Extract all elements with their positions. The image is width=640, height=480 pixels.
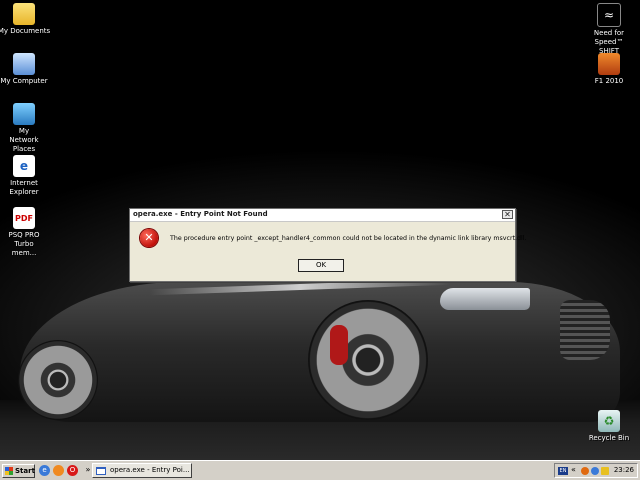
desktop-icon-label: My Network Places bbox=[9, 127, 39, 153]
pdf-file-icon: PDF bbox=[13, 207, 35, 229]
desktop-icon-f1-2010[interactable]: F1 2010 bbox=[569, 53, 640, 86]
opera-icon[interactable]: O bbox=[67, 465, 78, 476]
computer-icon bbox=[13, 53, 35, 75]
desktop-icon-label: PSQ PRO Turbo mem... bbox=[8, 231, 40, 257]
tray-volume-icon[interactable] bbox=[601, 467, 609, 475]
wallpaper-car-brake-caliper bbox=[330, 325, 348, 365]
language-indicator[interactable]: EN bbox=[558, 467, 568, 475]
desktop-icon-internet-explorer[interactable]: e Internet Explorer bbox=[0, 155, 64, 197]
firefox-icon[interactable] bbox=[53, 465, 64, 476]
f1-game-icon bbox=[598, 53, 620, 75]
system-tray: EN « 23:26 bbox=[554, 463, 638, 478]
taskbar-item-label: opera.exe - Entry Poi... bbox=[110, 466, 190, 474]
close-button[interactable]: ✕ bbox=[502, 210, 513, 219]
tray-network-icon[interactable] bbox=[591, 467, 599, 475]
wallpaper-car-grille bbox=[560, 300, 610, 360]
desktop-icon-label: F1 2010 bbox=[594, 77, 624, 85]
tray-app-icon[interactable] bbox=[581, 467, 589, 475]
wallpaper-car-rear-wheel bbox=[18, 340, 98, 420]
dialog-titlebar[interactable]: opera.exe - Entry Point Not Found ✕ bbox=[130, 209, 515, 222]
need-for-speed-icon: ≈ bbox=[597, 3, 621, 27]
window-icon bbox=[96, 467, 106, 475]
taskbar-item-opera-error[interactable]: opera.exe - Entry Poi... bbox=[92, 463, 192, 478]
windows-logo-icon bbox=[5, 467, 13, 475]
wallpaper-car-front-wheel bbox=[308, 300, 428, 420]
desktop-icon-recycle-bin[interactable]: ♻ Recycle Bin bbox=[569, 410, 640, 443]
desktop-icon-psq-pro-turbo[interactable]: PDF PSQ PRO Turbo mem... bbox=[0, 207, 64, 258]
desktop-icon-my-documents[interactable]: My Documents bbox=[0, 3, 64, 36]
desktop-icon-my-computer[interactable]: My Computer bbox=[0, 53, 64, 86]
desktop-icon-label: Need for Speed™ SHIFT bbox=[593, 29, 625, 55]
ok-button[interactable]: OK bbox=[298, 259, 344, 272]
folder-documents-icon bbox=[13, 3, 35, 25]
desktop-icon-need-for-speed-shift[interactable]: ≈ Need for Speed™ SHIFT bbox=[569, 3, 640, 56]
desktop-icon-label: Recycle Bin bbox=[588, 434, 630, 442]
error-dialog: opera.exe - Entry Point Not Found ✕ ✕ Th… bbox=[129, 208, 527, 282]
network-icon bbox=[13, 103, 35, 125]
desktop-icon-label: My Computer bbox=[0, 77, 48, 85]
taskbar: Start e O » opera.exe - Entry Poi... EN … bbox=[0, 460, 640, 480]
error-message: The procedure entry point _except_handle… bbox=[170, 235, 527, 242]
start-button[interactable]: Start bbox=[2, 464, 35, 478]
internet-explorer-icon: e bbox=[13, 155, 35, 177]
quick-launch-overflow-icon[interactable]: » bbox=[84, 464, 92, 475]
desktop-icon-label: My Documents bbox=[0, 27, 51, 35]
recycle-bin-icon: ♻ bbox=[598, 410, 620, 432]
desktop-icon-my-network-places[interactable]: My Network Places bbox=[0, 103, 64, 154]
start-label: Start bbox=[15, 467, 35, 475]
internet-explorer-icon[interactable]: e bbox=[39, 465, 50, 476]
wallpaper-car-headlight bbox=[440, 288, 530, 310]
dialog-title: opera.exe - Entry Point Not Found bbox=[133, 210, 268, 218]
tray-expand-icon[interactable]: « bbox=[571, 465, 576, 474]
clock[interactable]: 23:26 bbox=[614, 466, 634, 474]
error-icon: ✕ bbox=[140, 229, 158, 247]
desktop-icon-label: Internet Explorer bbox=[9, 179, 39, 196]
